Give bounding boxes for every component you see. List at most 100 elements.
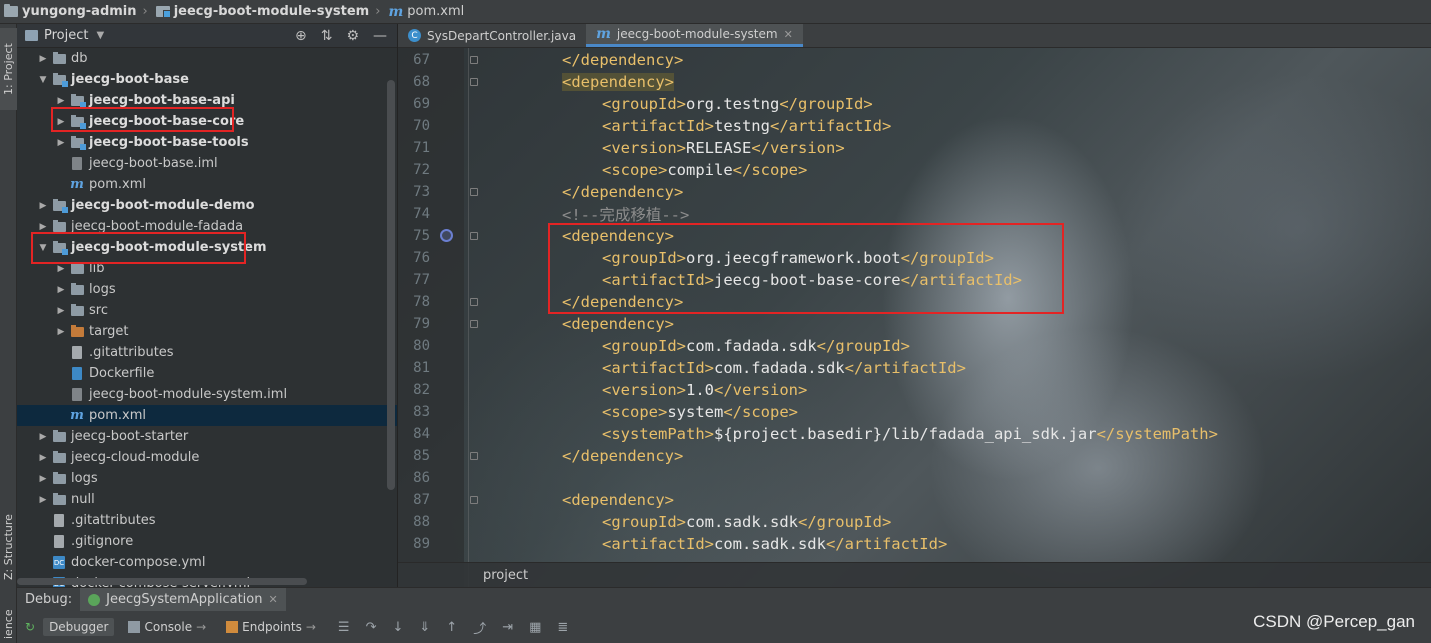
tree-item[interactable]: ▶ src (17, 300, 397, 321)
expand-arrow-icon[interactable]: ▶ (35, 201, 51, 211)
line-number: 71 (413, 140, 430, 156)
tree-item[interactable]: ▶ jeecg-boot-module-demo (17, 195, 397, 216)
fold-marker-icon[interactable] (470, 78, 478, 86)
highlight-box-module-system (31, 232, 246, 264)
code-line[interactable]: 74 <!--完成移植--> (398, 203, 1431, 225)
debugger-tab[interactable]: Debugger (43, 618, 115, 636)
force-step-into-icon[interactable]: ⇓ (419, 620, 430, 635)
tree-item[interactable]: ▶ logs (17, 468, 397, 489)
code-line[interactable]: 83 <scope>system</scope> (398, 401, 1431, 423)
tree-item[interactable]: ▶ db (17, 48, 397, 69)
fold-marker-icon[interactable] (470, 452, 478, 460)
expand-arrow-icon[interactable]: ▶ (35, 474, 51, 484)
chevron-down-icon[interactable]: ▼ (96, 30, 104, 41)
evaluate-icon[interactable]: ▦ (529, 620, 541, 635)
expand-arrow-icon[interactable]: ▶ (35, 453, 51, 463)
close-icon[interactable]: ✕ (268, 593, 277, 606)
collapse-all-icon[interactable]: ⇅ (321, 28, 333, 44)
tree-item[interactable]: jeecg-boot-base.iml (17, 153, 397, 174)
run-to-cursor-icon[interactable]: ⇥ (502, 620, 513, 635)
tree-item[interactable]: Dockerfile (17, 363, 397, 384)
code-line[interactable]: 70 <artifactId>testng</artifactId> (398, 115, 1431, 137)
tree-item[interactable]: ▶ logs (17, 279, 397, 300)
expand-arrow-icon[interactable]: ▶ (35, 432, 51, 442)
drop-frame-icon[interactable]: ⤴ (473, 618, 486, 637)
tree-item[interactable]: ▶ null (17, 489, 397, 510)
vertical-scrollbar[interactable] (387, 80, 395, 490)
step-out-icon[interactable]: ↑ (446, 620, 457, 635)
tree-item[interactable]: .gitignore (17, 531, 397, 552)
project-tool-tab[interactable]: 1: Project (0, 28, 17, 110)
breadcrumb-item-module[interactable]: jeecg-boot-module-system › (155, 4, 385, 19)
code-line[interactable]: 69 <groupId>org.testng</groupId> (398, 93, 1431, 115)
tree-item[interactable]: ▶ jeecg-cloud-module (17, 447, 397, 468)
expand-arrow-icon[interactable]: ▶ (53, 96, 69, 106)
expand-arrow-icon[interactable]: ▶ (53, 306, 69, 316)
fold-marker-icon[interactable] (470, 320, 478, 328)
code-line[interactable]: 87 <dependency> (398, 489, 1431, 511)
code-editor[interactable]: 67 </dependency> 68 <dependency> 69 <groupId>… (398, 48, 1431, 587)
expand-arrow-icon[interactable]: ▶ (53, 285, 69, 295)
tree-item[interactable]: ▶ jeecg-boot-starter (17, 426, 397, 447)
tree-item[interactable]: .gitattributes (17, 510, 397, 531)
code-line[interactable]: 89 <artifactId>com.sadk.sdk</artifactId> (398, 533, 1431, 555)
code-line[interactable]: 81 <artifactId>com.fadada.sdk</artifactId… (398, 357, 1431, 379)
expand-arrow-icon[interactable]: ▶ (35, 222, 51, 232)
gear-icon[interactable]: ⚙ (346, 28, 359, 44)
tree-item[interactable]: DC docker-compose.yml (17, 552, 397, 573)
tree-item-label: Dockerfile (89, 366, 155, 381)
tree-item[interactable]: m pom.xml (17, 405, 397, 426)
tree-item[interactable]: m pom.xml (17, 174, 397, 195)
code-line[interactable]: 67 </dependency> (398, 49, 1431, 71)
expand-arrow-icon[interactable]: ▶ (53, 264, 69, 274)
breadcrumb-item-project[interactable]: yungong-admin › (4, 4, 152, 19)
tree-item[interactable]: ▼ jeecg-boot-base (17, 69, 397, 90)
horizontal-scrollbar[interactable] (17, 578, 307, 585)
code-line[interactable]: 80 <groupId>com.fadada.sdk</groupId> (398, 335, 1431, 357)
fold-marker-icon[interactable] (470, 188, 478, 196)
close-icon[interactable]: ✕ (784, 28, 793, 41)
expand-arrow-icon[interactable]: ▶ (35, 495, 51, 505)
tab-pom-xml[interactable]: m jeecg-boot-module-system ✕ (586, 24, 803, 47)
xml-tag: <scope> (602, 161, 668, 179)
tree-item[interactable]: .gitattributes (17, 342, 397, 363)
fold-marker-icon[interactable] (470, 298, 478, 306)
code-line[interactable]: 73 </dependency> (398, 181, 1431, 203)
code-line[interactable]: 85 </dependency> (398, 445, 1431, 467)
code-line[interactable]: 84 <systemPath>${project.basedir}/lib/fad… (398, 423, 1431, 445)
fold-marker-icon[interactable] (470, 496, 478, 504)
code-line[interactable]: 88 <groupId>com.sadk.sdk</groupId> (398, 511, 1431, 533)
services-tool-tab[interactable]: ience (0, 604, 17, 643)
tree-item[interactable]: ▶ jeecg-boot-base-tools (17, 132, 397, 153)
code-line[interactable]: 82 <version>1.0</version> (398, 379, 1431, 401)
expand-arrow-icon[interactable]: ▶ (53, 138, 69, 148)
menu-icon[interactable]: ☰ (338, 620, 350, 635)
maven-dependency-gutter-icon[interactable] (440, 229, 453, 242)
step-into-icon[interactable]: ↓ (392, 620, 403, 635)
tree-item[interactable]: ▶ target (17, 321, 397, 342)
code-line[interactable]: 68 <dependency> (398, 71, 1431, 93)
locate-icon[interactable]: ⊕ (295, 28, 307, 44)
collapse-arrow-icon[interactable]: ▼ (35, 75, 51, 85)
expand-arrow-icon[interactable]: ▶ (35, 54, 51, 64)
rerun-icon[interactable]: ↻ (25, 620, 35, 634)
breadcrumb-item-file[interactable]: m pom.xml (388, 4, 464, 20)
console-tab[interactable]: Console → (122, 618, 212, 636)
fold-marker-icon[interactable] (470, 56, 478, 64)
hide-icon[interactable]: — (373, 28, 387, 44)
endpoints-tab[interactable]: Endpoints → (220, 618, 322, 636)
structure-tool-tab[interactable]: Z: Structure (0, 502, 17, 592)
fold-marker-icon[interactable] (470, 232, 478, 240)
run-config-tab[interactable]: JeecgSystemApplication ✕ (80, 588, 286, 611)
tab-sysdepartcontroller[interactable]: C SysDepartController.java (398, 24, 586, 47)
code-line[interactable]: 79 <dependency> (398, 313, 1431, 335)
code-line[interactable]: 71 <version>RELEASE</version> (398, 137, 1431, 159)
settings-icon[interactable]: ≣ (557, 620, 568, 635)
code-line[interactable]: 86 (398, 467, 1431, 489)
step-over-icon[interactable]: ↷ (366, 620, 377, 635)
code-line[interactable]: 72 <scope>compile</scope> (398, 159, 1431, 181)
project-view-selector[interactable]: Project (44, 28, 88, 43)
expand-arrow-icon[interactable]: ▶ (53, 327, 69, 337)
structure-breadcrumb-item[interactable]: project (483, 568, 528, 583)
tree-item[interactable]: jeecg-boot-module-system.iml (17, 384, 397, 405)
